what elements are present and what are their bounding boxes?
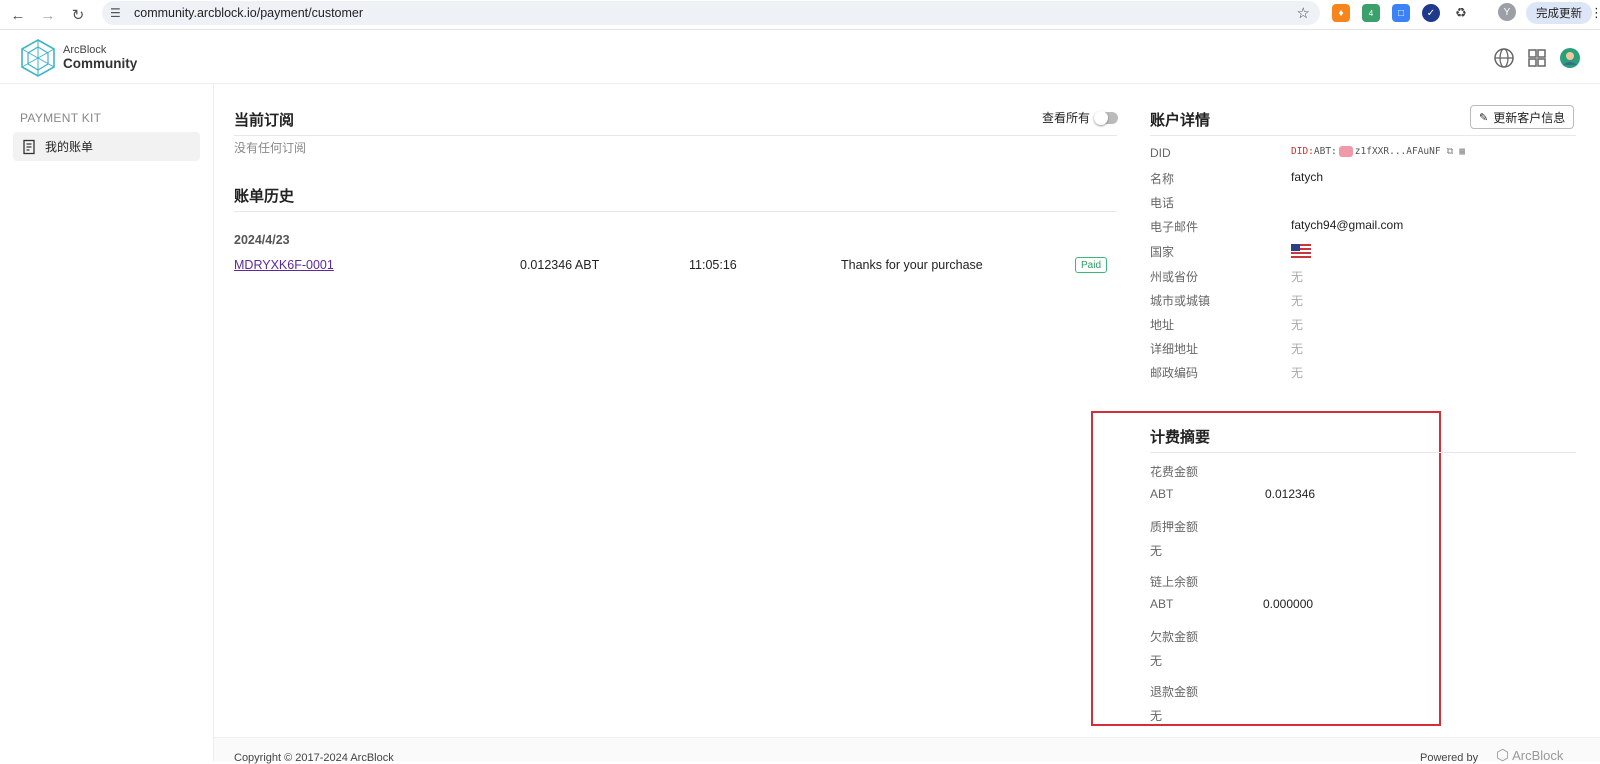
powered-by-text: Powered by bbox=[1420, 752, 1479, 764]
due-amount-value: 无 bbox=[1150, 654, 1163, 668]
metamask-extension-icon[interactable]: ♦ bbox=[1332, 4, 1350, 22]
app-header: ArcBlock Community bbox=[0, 31, 1600, 84]
onchain-balance-label: 链上余额 bbox=[1150, 575, 1199, 589]
brand-name: Community bbox=[63, 56, 138, 71]
invoice-group-date: 2024/4/23 bbox=[234, 233, 290, 247]
subscriptions-divider bbox=[234, 135, 1117, 136]
state-value: 无 bbox=[1291, 270, 1304, 284]
us-flag-icon bbox=[1291, 244, 1311, 258]
city-label: 城市或城镇 bbox=[1150, 294, 1211, 308]
reload-icon[interactable]: ↻ bbox=[63, 0, 93, 30]
phone-label: 电话 bbox=[1150, 196, 1175, 210]
country-label: 国家 bbox=[1150, 245, 1175, 259]
address-detail-label: 详细地址 bbox=[1150, 342, 1199, 356]
apps-grid-icon[interactable] bbox=[1526, 47, 1548, 69]
receipt-icon bbox=[23, 139, 35, 154]
address-value: 无 bbox=[1291, 318, 1304, 332]
state-label: 州或省份 bbox=[1150, 270, 1199, 284]
address-detail-value: 无 bbox=[1291, 342, 1304, 356]
billing-summary-divider bbox=[1150, 452, 1576, 453]
browser-toolbar: ← → ↻ ☰ community.arcblock.io/payment/cu… bbox=[0, 0, 1600, 30]
powered-by-brand-label: ArcBlock bbox=[1512, 747, 1564, 763]
refund-amount-value: 无 bbox=[1150, 709, 1163, 723]
account-details-title: 账户详情 bbox=[1150, 112, 1211, 129]
forward-icon[interactable]: → bbox=[33, 0, 63, 30]
table-row: MDRYXK6F-0001 bbox=[234, 258, 334, 272]
sidebar-item-label: 我的账单 bbox=[45, 140, 94, 154]
email-label: 电子邮件 bbox=[1150, 220, 1199, 234]
invoice-number-link[interactable]: MDRYXK6F-0001 bbox=[234, 258, 334, 272]
powered-by-brand[interactable]: ⬡ ArcBlock bbox=[1496, 746, 1563, 764]
view-all-switch[interactable] bbox=[1094, 110, 1119, 125]
did-prefix: DID: bbox=[1291, 146, 1314, 157]
url-text: community.arcblock.io/payment/customer bbox=[134, 6, 364, 20]
billing-summary-title: 计费摘要 bbox=[1150, 429, 1211, 446]
status-badge: Paid bbox=[1075, 257, 1108, 273]
account-divider bbox=[1150, 135, 1576, 136]
did-avatar-icon bbox=[1338, 146, 1353, 157]
back-icon[interactable]: ← bbox=[3, 0, 33, 30]
spent-amount-label: 花费金额 bbox=[1150, 465, 1199, 479]
sidebar-section-title: PAYMENT KIT bbox=[20, 111, 102, 125]
language-globe-icon[interactable] bbox=[1493, 47, 1515, 69]
subscriptions-title: 当前订阅 bbox=[234, 112, 295, 129]
edit-pencil-icon: ✎ bbox=[1479, 111, 1489, 124]
qr-code-icon[interactable]: ▦ bbox=[1459, 146, 1465, 157]
extension-icon[interactable]: 4 bbox=[1362, 4, 1380, 22]
due-amount-label: 欠款金额 bbox=[1150, 630, 1199, 644]
invoice-description: Thanks for your purchase bbox=[841, 258, 983, 272]
no-subscriptions-text: 没有任何订阅 bbox=[234, 141, 307, 155]
spent-amount-value: 0.012346 bbox=[1265, 487, 1316, 501]
billing-history-title: 账单历史 bbox=[234, 188, 295, 205]
footer: Copyright © 2017-2024 ArcBlock Powered b… bbox=[214, 737, 1600, 764]
address-bar[interactable]: ☰ community.arcblock.io/payment/customer… bbox=[102, 1, 1320, 25]
onchain-balance-value: 0.000000 bbox=[1263, 597, 1314, 611]
did-value: DID: ABT: z1fXXR...AFAuNF ⧉ ▦ bbox=[1291, 146, 1465, 157]
extension-badge: 4 bbox=[1368, 8, 1374, 18]
browser-update-button[interactable]: 完成更新 bbox=[1526, 2, 1592, 24]
billing-summary-highlight bbox=[1091, 411, 1441, 726]
invoice-time: 11:05:16 bbox=[689, 258, 737, 272]
arcblock-footer-logo-icon: ⬡ bbox=[1496, 747, 1510, 764]
puzzle-extensions-icon[interactable]: ♻ bbox=[1452, 4, 1470, 22]
profile-avatar[interactable]: Y bbox=[1498, 3, 1516, 21]
view-all-label: 查看所有 bbox=[1042, 111, 1091, 125]
name-value: fatych bbox=[1291, 170, 1324, 184]
sidebar: PAYMENT KIT 我的账单 bbox=[0, 84, 214, 761]
arcblock-logo-icon[interactable] bbox=[21, 39, 55, 77]
brand-small: ArcBlock bbox=[63, 44, 107, 56]
copy-icon[interactable]: ⧉ bbox=[1447, 146, 1454, 157]
user-avatar[interactable] bbox=[1559, 47, 1581, 69]
screenshot-extension-icon[interactable]: □ bbox=[1392, 4, 1410, 22]
billing-history-divider bbox=[234, 211, 1117, 212]
staked-amount-label: 质押金额 bbox=[1150, 520, 1199, 534]
spent-amount-currency: ABT bbox=[1150, 487, 1174, 501]
did-chain: ABT: bbox=[1313, 146, 1337, 157]
check-extension-icon[interactable]: ✓ bbox=[1422, 4, 1440, 22]
staked-amount-value: 无 bbox=[1150, 544, 1163, 558]
browser-menu-icon[interactable]: ⋮ bbox=[1590, 5, 1600, 21]
postal-code-label: 邮政编码 bbox=[1150, 366, 1199, 380]
refund-amount-label: 退款金额 bbox=[1150, 685, 1199, 699]
profile-initial: Y bbox=[1503, 6, 1511, 18]
update-customer-info-label: 更新客户信息 bbox=[1493, 110, 1566, 125]
view-all-toggle[interactable]: 查看所有 bbox=[1042, 109, 1119, 126]
email-value: fatych94@gmail.com bbox=[1291, 218, 1404, 232]
did-label: DID bbox=[1150, 146, 1171, 160]
invoice-amount: 0.012346 ABT bbox=[520, 258, 600, 272]
site-settings-icon[interactable]: ☰ bbox=[110, 6, 130, 20]
copyright-text: Copyright © 2017-2024 ArcBlock bbox=[234, 752, 394, 764]
sidebar-item-my-bills[interactable]: 我的账单 bbox=[13, 132, 200, 161]
onchain-balance-currency: ABT bbox=[1150, 597, 1174, 611]
postal-code-value: 无 bbox=[1291, 366, 1304, 380]
bookmark-star-icon[interactable]: ☆ bbox=[1297, 4, 1310, 22]
city-value: 无 bbox=[1291, 294, 1304, 308]
did-short: z1fXXR...AFAuNF bbox=[1354, 146, 1441, 157]
address-label: 地址 bbox=[1150, 318, 1175, 332]
update-customer-info-button[interactable]: ✎ 更新客户信息 bbox=[1470, 105, 1575, 129]
name-label: 名称 bbox=[1150, 172, 1175, 186]
